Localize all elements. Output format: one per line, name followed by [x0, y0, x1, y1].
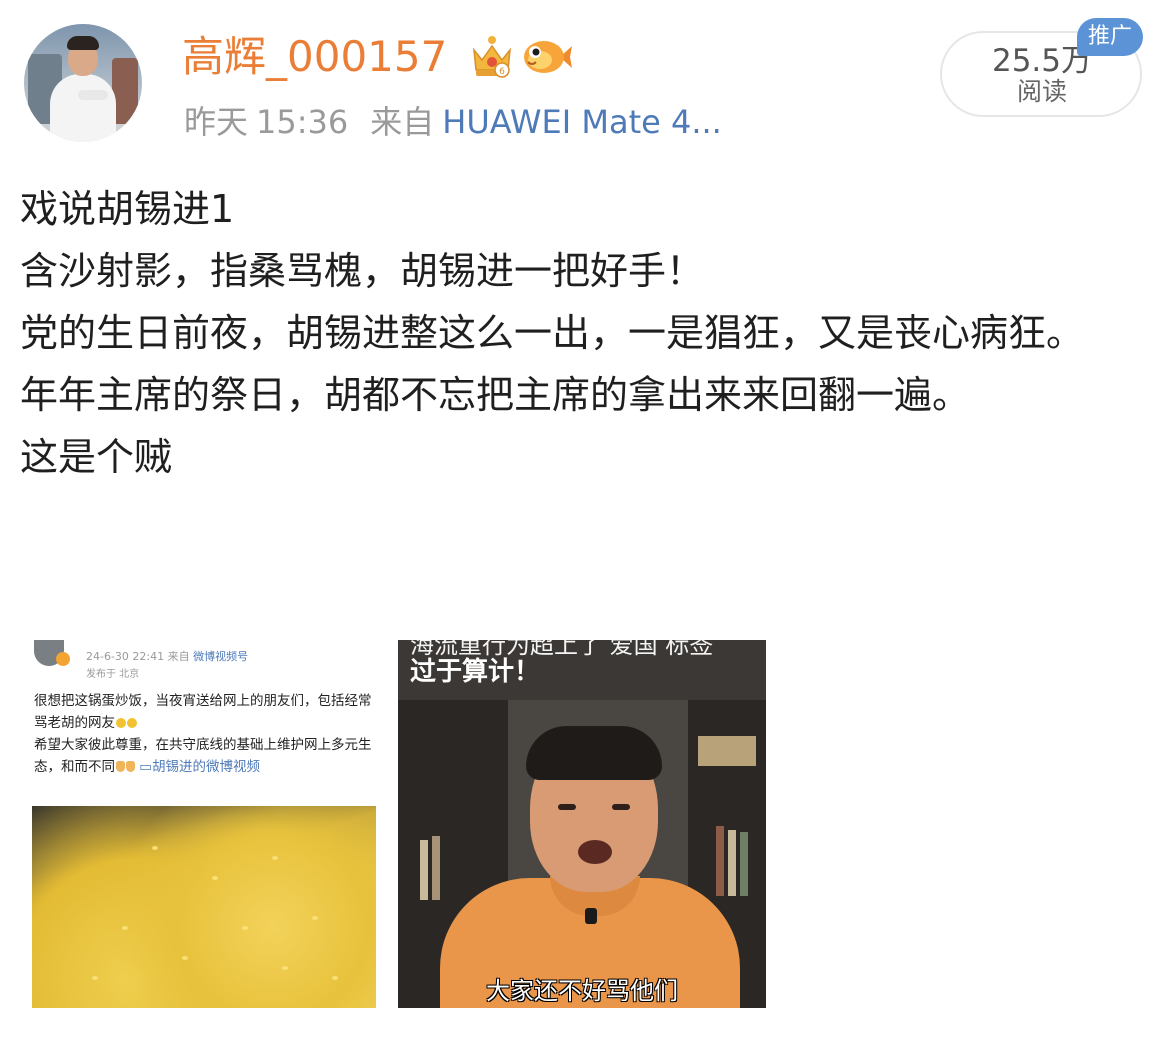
crown-vip-icon[interactable]: 6 — [470, 34, 514, 80]
person-mouth — [578, 840, 612, 864]
fish-icon[interactable] — [520, 36, 572, 78]
shelf-book — [728, 830, 736, 896]
timestamp-time: 15:36 — [256, 103, 349, 141]
verified-badge-icon — [56, 652, 70, 666]
avatar-hair — [67, 36, 99, 50]
post-line: 这是个贼 — [20, 435, 173, 479]
promo-badge[interactable]: 推广 — [1077, 18, 1143, 56]
rice-grain — [242, 926, 248, 930]
rice-grain — [212, 876, 218, 880]
smile-emoji-icon — [127, 718, 137, 728]
shelf-book — [716, 826, 724, 896]
video-caption-top: 过于算计！ — [410, 657, 541, 687]
fried-rice-photo — [32, 806, 376, 1008]
source-prefix: 来自 — [370, 103, 435, 141]
source-device-link[interactable]: HUAWEI Mate 4... — [442, 103, 722, 141]
shelf-book — [432, 836, 440, 900]
read-label: 阅读 — [1016, 77, 1067, 106]
pray-emoji-icon — [116, 761, 125, 772]
inner-from: 来自 — [167, 650, 190, 663]
avatar-body — [50, 74, 116, 142]
post-line: 含沙射影，指桑骂槐，胡锡进一把好手！ — [20, 249, 705, 293]
pray-emoji-icon — [126, 761, 135, 772]
inner-source: 微博视频号 — [193, 650, 249, 663]
inner-location: 发布于 北京 — [86, 669, 140, 680]
smile-emoji-icon — [116, 718, 126, 728]
video-subtitle: 大家还不好骂他们 — [486, 977, 678, 1005]
person-eye — [612, 804, 630, 810]
weibo-post: 高辉_000157 6 昨天 15:36 来自 HUAWEI Mate 4... 25… — [0, 0, 1173, 1037]
post-image-left[interactable]: 24-6-30 22:41 来自 微博视频号 发布于 北京 很想把这锅蛋炒饭，当… — [32, 640, 376, 1008]
post-line: 年年主席的祭日，胡都不忘把主席的拿出来来回翻一遍。 — [20, 373, 971, 417]
rice-grain — [152, 846, 158, 850]
rice-grain — [122, 926, 128, 930]
rice-grain — [272, 856, 278, 860]
shelf-book — [740, 832, 748, 896]
inner-video-link[interactable]: 胡锡进的微博视频 — [152, 759, 260, 775]
post-image-right[interactable]: 海流重行为超上了 爱国 标签 过于算计！ 大家还不好骂他们 — [398, 640, 766, 1008]
post-line: 党的生日前夜，胡锡进整这么一出，一是猖狂，又是丧心病狂。 — [20, 311, 1085, 355]
inner-time: 24-6-30 22:41 — [86, 650, 165, 663]
inner-post-text: 很想把这锅蛋炒饭，当夜宵送给网上的朋友们，包括经常骂老胡的网友 希望大家彼此尊重… — [34, 690, 374, 778]
person-hair — [526, 726, 662, 780]
rice-grain — [332, 976, 338, 980]
post-body: 戏说胡锡进1 含沙射影，指桑骂槐，胡锡进一把好手！ 党的生日前夜，胡锡进整这么一… — [20, 178, 1155, 488]
shelf-book — [420, 840, 428, 900]
avatar[interactable] — [24, 24, 142, 142]
svg-text:6: 6 — [499, 67, 505, 77]
avatar-arm — [78, 90, 108, 100]
username[interactable]: 高辉_000157 — [182, 30, 447, 84]
shelf-box — [698, 736, 756, 766]
lapel-mic-icon — [585, 908, 597, 924]
video-link-icon: ▭ — [139, 759, 153, 775]
inner-meta: 24-6-30 22:41 来自 微博视频号 — [86, 650, 248, 664]
person-eye — [558, 804, 576, 810]
post-line: 戏说胡锡进1 — [20, 187, 235, 231]
inner-text-line: 很想把这锅蛋炒饭，当夜宵送给网上的朋友们，包括经常骂老胡的网友 — [34, 693, 372, 731]
rice-grain — [182, 956, 188, 960]
timestamp-day: 昨天 — [184, 103, 249, 141]
rice-grain — [282, 966, 288, 970]
post-meta: 昨天 15:36 来自 HUAWEI Mate 4... — [184, 100, 722, 144]
rice-grain — [92, 976, 98, 980]
rice-grain — [312, 916, 318, 920]
